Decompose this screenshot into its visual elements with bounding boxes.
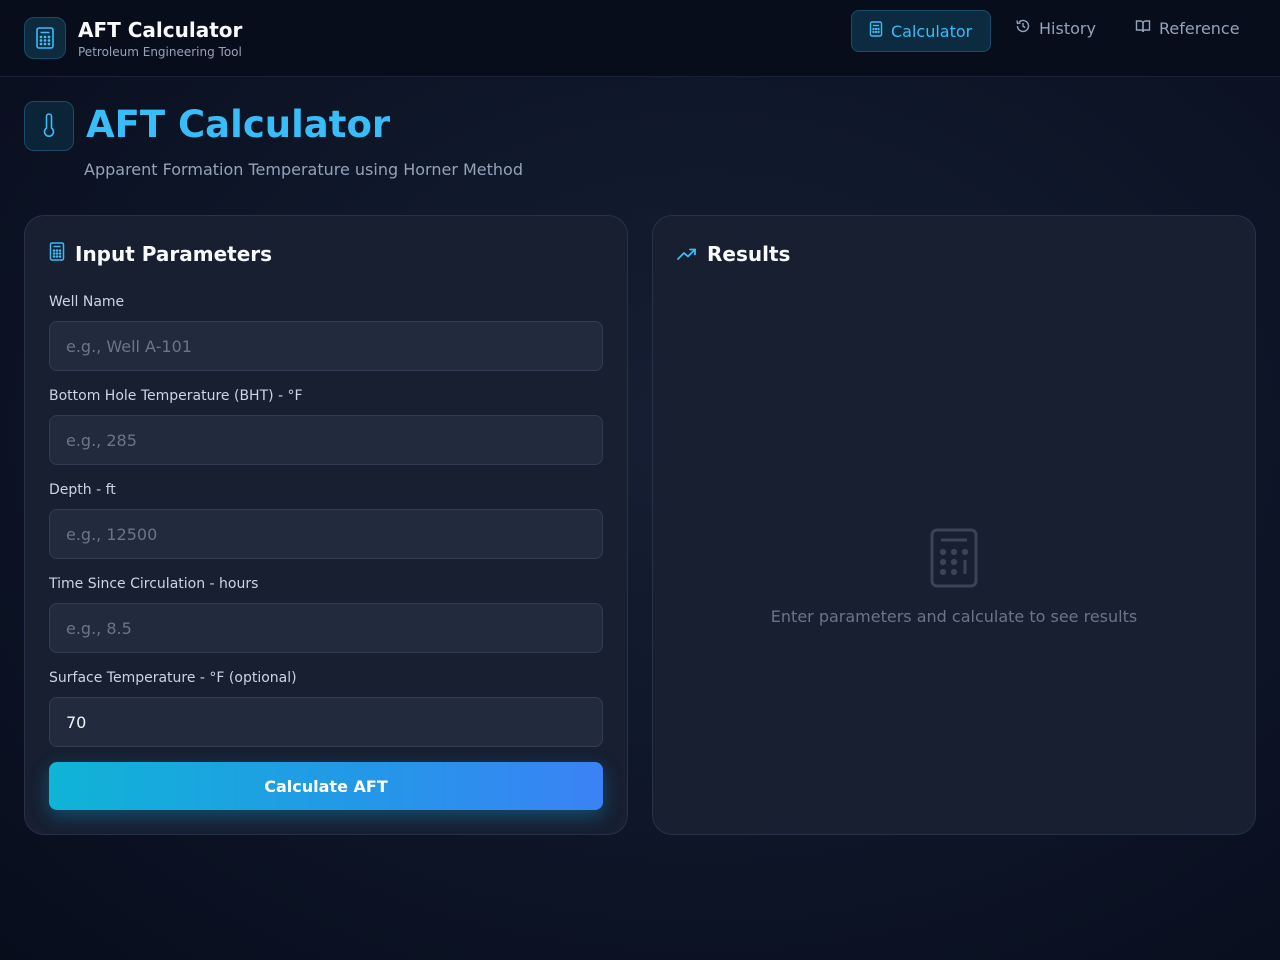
calculator-icon	[24, 17, 66, 59]
brand-subtitle: Petroleum Engineering Tool	[78, 45, 242, 59]
time-since-circulation-input[interactable]	[49, 603, 603, 653]
calculator-icon	[869, 21, 883, 41]
thermometer-icon	[24, 101, 74, 151]
surface-temperature-label: Surface Temperature - °F (optional)	[49, 670, 297, 686]
time-since-circulation-label: Time Since Circulation - hours	[49, 576, 259, 592]
well-name-input[interactable]	[49, 321, 603, 371]
page-subtitle: Apparent Formation Temperature using Hor…	[84, 160, 523, 179]
calculator-icon	[929, 528, 979, 588]
page-title: AFT Calculator	[86, 103, 391, 146]
trending-up-icon	[677, 242, 697, 266]
surface-temperature-input[interactable]	[49, 697, 603, 747]
input-parameters-heading: Input Parameters	[49, 242, 272, 266]
book-icon	[1135, 18, 1151, 38]
calculator-icon	[49, 242, 65, 266]
nav-reference-label: Reference	[1159, 18, 1240, 38]
input-parameters-card: Input Parameters Well Name Bottom Hole T…	[24, 215, 628, 835]
results-empty-message: Enter parameters and calculate to see re…	[770, 607, 1138, 626]
bht-input[interactable]	[49, 415, 603, 465]
app-header: AFT Calculator Petroleum Engineering Too…	[0, 0, 1280, 77]
input-parameters-title: Input Parameters	[75, 242, 273, 266]
brand-title: AFT Calculator	[78, 18, 243, 42]
depth-input[interactable]	[49, 509, 603, 559]
results-card: Results Enter parameters and calculate t…	[652, 215, 1256, 835]
calculate-aft-button[interactable]: Calculate AFT	[49, 762, 603, 810]
bht-label: Bottom Hole Temperature (BHT) - °F	[49, 388, 303, 404]
nav-history-label: History	[1039, 18, 1096, 38]
history-icon	[1015, 18, 1031, 38]
depth-label: Depth - ft	[49, 482, 116, 498]
results-heading: Results	[677, 242, 790, 266]
results-title: Results	[707, 242, 791, 266]
nav-history[interactable]: History	[998, 7, 1113, 49]
nav-reference[interactable]: Reference	[1118, 7, 1257, 49]
nav-calculator[interactable]: Calculator	[851, 10, 991, 52]
well-name-label: Well Name	[49, 294, 125, 310]
nav-calculator-label: Calculator	[891, 21, 973, 41]
